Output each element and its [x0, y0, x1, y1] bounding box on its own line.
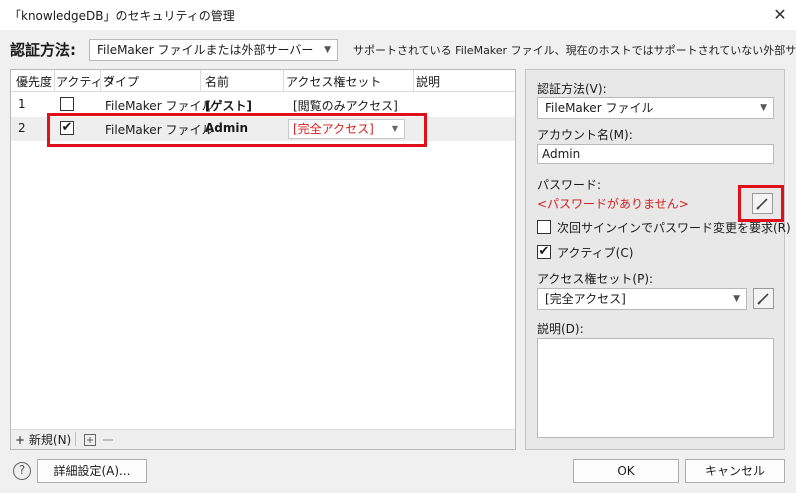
header-priority[interactable]: 優先度: [16, 73, 52, 90]
ok-button[interactable]: OK: [573, 459, 679, 483]
row-privilege: [完全アクセス]: [293, 122, 374, 136]
title-bar: 「knowledgeDB」のセキュリティの管理 ✕: [0, 0, 796, 30]
table-toolbar: + 新規(N): [11, 429, 515, 449]
require-change-box[interactable]: [537, 220, 551, 234]
header-description[interactable]: 説明: [416, 73, 440, 90]
active-label: アクティブ(C): [557, 246, 634, 260]
row-priority: 1: [18, 97, 26, 111]
table-row[interactable]: 1 FileMaker ファイル [ゲスト] [閲覧のみアクセス]: [11, 93, 515, 117]
detail-auth-method-select[interactable]: FileMaker ファイル ▼: [537, 97, 774, 119]
description-label: 説明(D):: [537, 322, 584, 336]
auth-method-value: FileMaker ファイルまたは外部サーバー: [97, 43, 314, 57]
close-icon[interactable]: ✕: [768, 3, 792, 27]
plus-icon: +: [15, 433, 26, 447]
chevron-down-icon: ▼: [733, 294, 740, 304]
header-privilege[interactable]: アクセス権セット: [286, 73, 381, 90]
description-input[interactable]: [537, 338, 774, 438]
new-account-button[interactable]: + 新規(N): [15, 431, 71, 449]
detail-auth-method-value: FileMaker ファイル: [545, 101, 654, 115]
privilege-set-label: アクセス権セット(P):: [537, 272, 654, 286]
table-header: 優先度 アクティブ タイプ 名前 アクセス権セット 説明: [11, 70, 515, 92]
window-title: 「knowledgeDB」のセキュリティの管理: [9, 9, 235, 23]
require-change-label: 次回サインインでパスワード変更を要求(R): [557, 221, 791, 235]
password-label: パスワード:: [537, 178, 602, 192]
cancel-button[interactable]: キャンセル: [685, 459, 785, 483]
auth-method-select[interactable]: FileMaker ファイルまたは外部サーバー ▼: [89, 39, 338, 61]
edit-privilege-button[interactable]: [753, 288, 774, 309]
toolbar-divider: [75, 432, 76, 446]
active-box[interactable]: ✔: [537, 245, 551, 259]
row-name: Admin: [205, 121, 249, 135]
header-name[interactable]: 名前: [205, 73, 229, 90]
password-status: <パスワードがありません>: [537, 197, 689, 211]
checkmark-icon: ✔: [61, 120, 73, 135]
account-name-label: アカウント名(M):: [537, 128, 633, 142]
auth-method-description: サポートされている FileMaker ファイル、現在のホストではサポートされて…: [353, 44, 796, 57]
chevron-down-icon: ▼: [760, 103, 767, 113]
row-name: [ゲスト]: [205, 99, 252, 113]
column-divider: [100, 70, 101, 92]
checkmark-icon: ✔: [538, 244, 550, 259]
advanced-settings-button[interactable]: 詳細設定(A)...: [37, 459, 147, 483]
table-row[interactable]: 2 ✔ FileMaker ファイル Admin [完全アクセス] ▼: [11, 117, 515, 141]
delete-icon[interactable]: [101, 433, 115, 447]
column-divider: [200, 70, 201, 92]
duplicate-icon[interactable]: [83, 433, 97, 447]
row-type: FileMaker ファイル: [105, 99, 214, 113]
pencil-icon: [756, 198, 768, 210]
row-privilege-select[interactable]: [完全アクセス] ▼: [288, 119, 405, 139]
privilege-set-select[interactable]: [完全アクセス] ▼: [537, 288, 747, 310]
account-details-panel: 認証方法(V): FileMaker ファイル ▼ アカウント名(M): Adm…: [525, 69, 791, 450]
row-priority: 2: [18, 121, 26, 135]
column-divider: [54, 70, 55, 92]
row-type: FileMaker ファイル: [105, 123, 214, 137]
column-divider: [283, 70, 284, 92]
privilege-set-value: [完全アクセス]: [545, 292, 626, 306]
header-type[interactable]: タイプ: [103, 73, 139, 90]
chevron-down-icon: ▼: [324, 45, 331, 55]
row-active-checkbox[interactable]: [60, 97, 74, 111]
account-name-input[interactable]: Admin: [537, 144, 774, 164]
pencil-icon: [757, 293, 769, 305]
edit-password-button[interactable]: [752, 193, 773, 214]
auth-method-label: 認証方法:: [10, 41, 76, 59]
column-divider: [413, 70, 414, 92]
chevron-down-icon: ▼: [391, 124, 398, 133]
accounts-table: 優先度 アクティブ タイプ 名前 アクセス権セット 説明 1 FileMaker…: [10, 69, 516, 450]
row-active-checkbox[interactable]: ✔: [60, 121, 74, 135]
detail-auth-method-label: 認証方法(V):: [537, 82, 607, 96]
row-privilege: [閲覧のみアクセス]: [293, 99, 398, 113]
new-account-label: 新規(N): [28, 433, 72, 447]
help-icon[interactable]: ?: [13, 462, 31, 480]
